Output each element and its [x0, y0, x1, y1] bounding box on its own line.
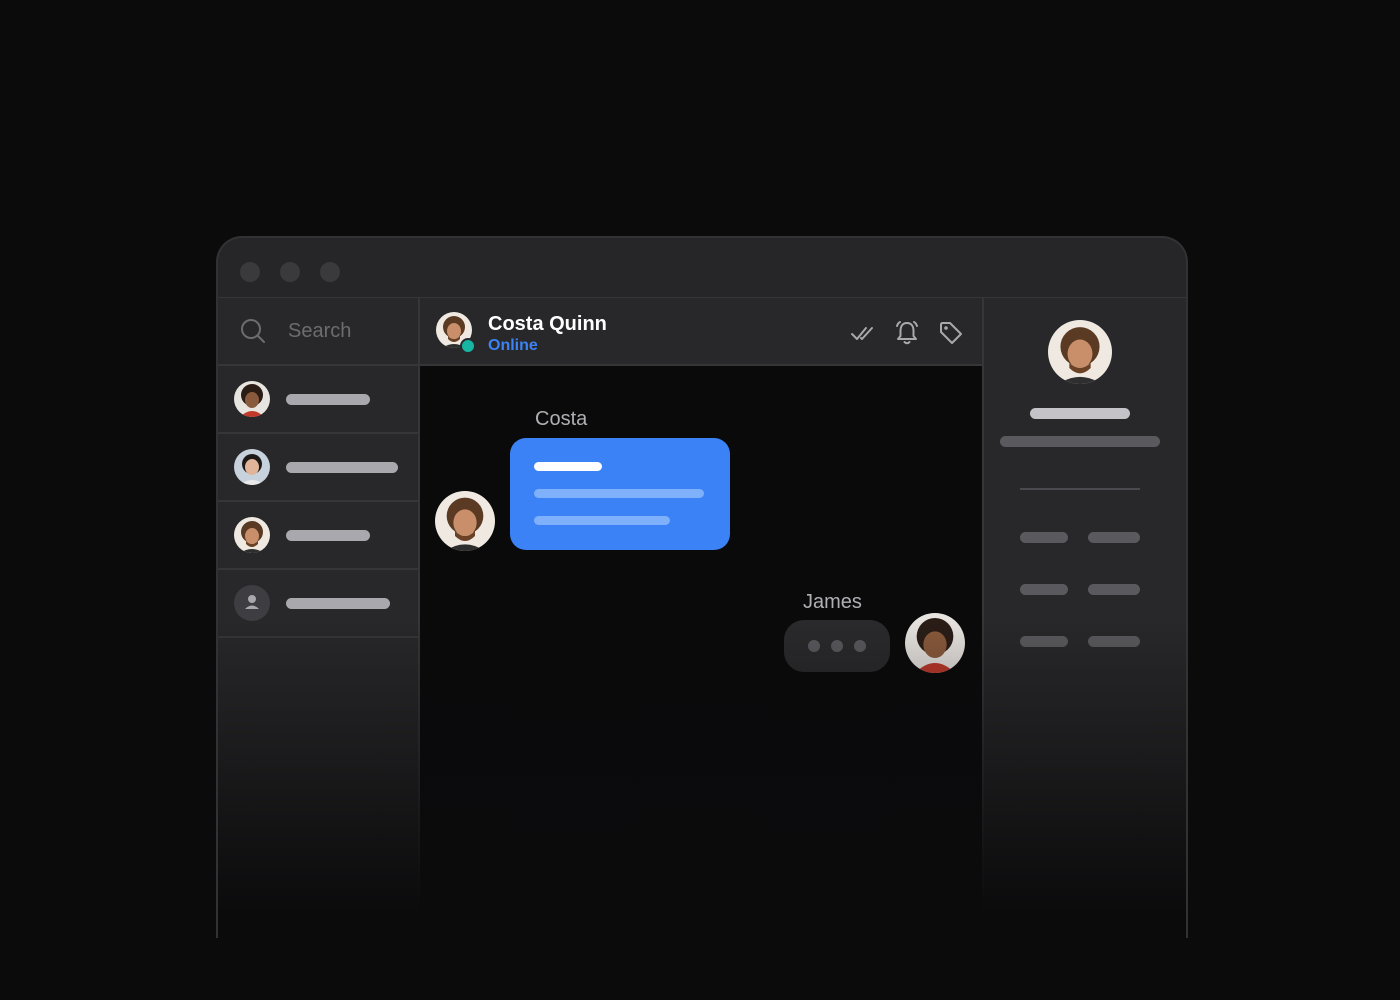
user-icon: [245, 595, 259, 609]
contact-status: Online: [488, 337, 538, 354]
title-bar: [218, 238, 1186, 298]
typing-dot: [854, 640, 866, 652]
chat-header: Costa Quinn Online: [420, 298, 982, 364]
online-indicator: [460, 338, 476, 354]
profile-divider: [1020, 488, 1140, 490]
conversation-preview: [286, 394, 370, 405]
conversation-preview: [286, 530, 370, 541]
message-line: [534, 462, 602, 471]
detail-label: [1020, 584, 1068, 595]
typing-dot: [808, 640, 820, 652]
profile-panel: [984, 298, 1186, 938]
app-window: Search Costa Quinn Online Costa James: [216, 236, 1188, 938]
detail-label: [1020, 532, 1068, 543]
minimize-window-button[interactable]: [280, 262, 300, 282]
header-divider: [420, 364, 982, 366]
detail-value: [1088, 532, 1140, 543]
maximize-window-button[interactable]: [320, 262, 340, 282]
avatar: [234, 381, 270, 417]
message-sender: Costa: [535, 408, 588, 430]
search-box[interactable]: Search: [218, 298, 418, 364]
avatar: [234, 585, 270, 621]
search-placeholder: Search: [288, 319, 352, 342]
typing-indicator: [784, 620, 890, 672]
close-window-button[interactable]: [240, 262, 260, 282]
profile-subtitle-placeholder: [1000, 436, 1160, 447]
profile-name-placeholder: [1030, 408, 1130, 419]
detail-value: [1088, 584, 1140, 595]
profile-avatar[interactable]: [1048, 320, 1112, 384]
detail-label: [1020, 636, 1068, 647]
avatar: [234, 517, 270, 553]
detail-value: [1088, 636, 1140, 647]
divider: [218, 636, 418, 638]
message-line: [534, 516, 670, 525]
conversation-preview: [286, 462, 398, 473]
conversation-item[interactable]: [218, 570, 418, 636]
conversation-item[interactable]: [218, 502, 418, 568]
contact-name: Costa Quinn: [488, 313, 607, 335]
avatar: [234, 449, 270, 485]
message-line: [534, 489, 704, 498]
double-check-icon[interactable]: [850, 320, 876, 346]
tag-icon[interactable]: [938, 320, 964, 346]
conversation-sidebar: Search: [218, 298, 418, 938]
sender-avatar[interactable]: [435, 491, 495, 551]
typing-dot: [831, 640, 843, 652]
chat-panel: Costa Quinn Online Costa James: [420, 298, 982, 938]
message-bubble[interactable]: [510, 438, 730, 550]
conversation-preview: [286, 598, 390, 609]
sender-avatar[interactable]: [905, 613, 965, 673]
bell-icon[interactable]: [894, 320, 920, 346]
search-icon: [241, 319, 265, 343]
message-sender: James: [803, 591, 862, 613]
conversation-item[interactable]: [218, 366, 418, 432]
conversation-item[interactable]: [218, 434, 418, 500]
